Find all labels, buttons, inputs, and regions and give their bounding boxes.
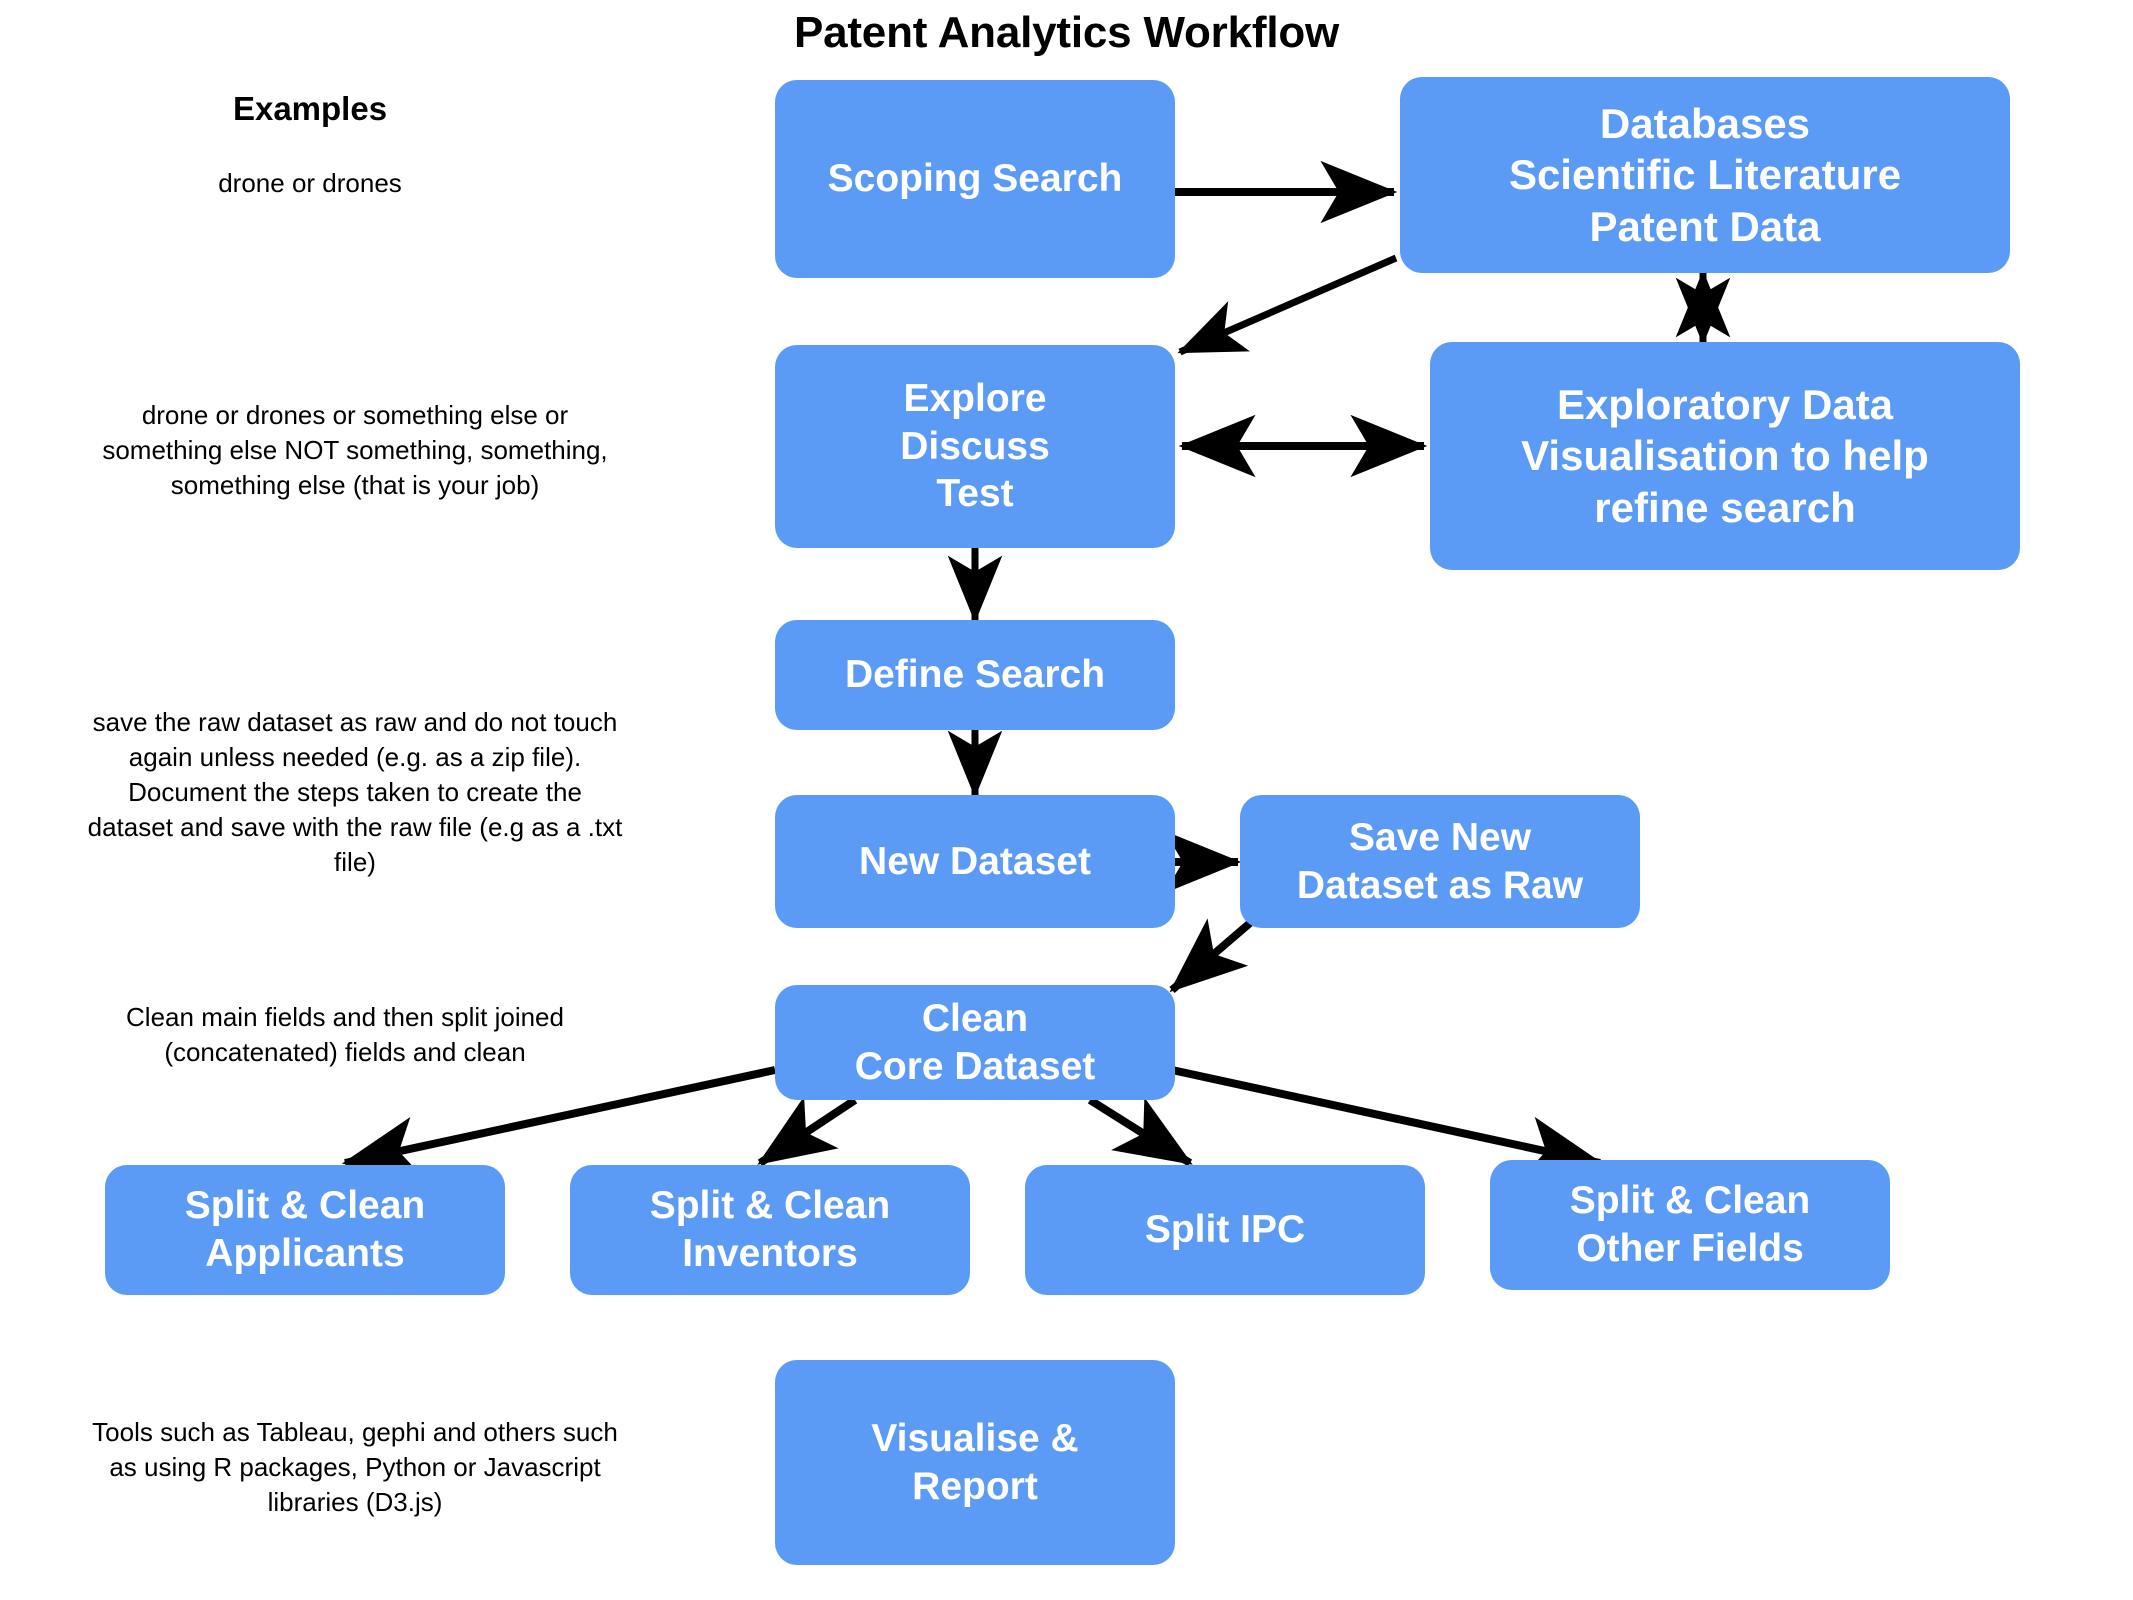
node-clean-core-dataset[interactable]: Clean Core Dataset <box>775 985 1175 1100</box>
node-split-clean-inventors[interactable]: Split & Clean Inventors <box>570 1165 970 1295</box>
edge-databases-to-explore <box>1177 254 1398 356</box>
annotation-tools-note: Tools such as Tableau, gephi and others … <box>92 1417 618 1518</box>
node-exploratory-visualisation[interactable]: Exploratory Data Visualisation to help r… <box>1430 342 2020 570</box>
diagram-canvas: Patent Analytics Workflow Examples drone… <box>0 0 2133 1600</box>
examples-heading: Examples <box>232 90 388 127</box>
node-scoping-search[interactable]: Scoping Search <box>775 80 1175 278</box>
edge-save-raw-to-clean-core <box>1169 918 1253 994</box>
node-split-ipc[interactable]: Split IPC <box>1025 1165 1425 1295</box>
annotation-clean-fields-note: Clean main fields and then split joined … <box>126 1002 564 1068</box>
edge-clean-core-to-split-ipc <box>1087 1096 1193 1167</box>
page-title: Patent Analytics Workflow <box>793 8 1340 57</box>
node-define-search[interactable]: Define Search <box>775 620 1175 730</box>
edge-clean-core-to-split-inventors <box>757 1096 858 1167</box>
node-save-new-dataset-as-raw[interactable]: Save New Dataset as Raw <box>1240 795 1640 928</box>
annotation-example-query: drone or drones <box>218 168 402 198</box>
node-databases[interactable]: Databases Scientific Literature Patent D… <box>1400 77 2010 273</box>
node-new-dataset[interactable]: New Dataset <box>775 795 1175 928</box>
node-split-clean-applicants[interactable]: Split & Clean Applicants <box>105 1165 505 1295</box>
edge-clean-core-to-split-other <box>1171 1066 1604 1178</box>
edge-clean-core-to-split-applicants <box>341 1066 776 1178</box>
annotation-boolean-query: drone or drones or something else or som… <box>102 400 608 501</box>
node-split-clean-other-fields[interactable]: Split & Clean Other Fields <box>1490 1160 1890 1290</box>
annotation-raw-dataset-note: save the raw dataset as raw and do not t… <box>87 707 623 878</box>
node-visualise-report[interactable]: Visualise & Report <box>775 1360 1175 1565</box>
node-explore-discuss-test[interactable]: Explore Discuss Test <box>775 345 1175 548</box>
